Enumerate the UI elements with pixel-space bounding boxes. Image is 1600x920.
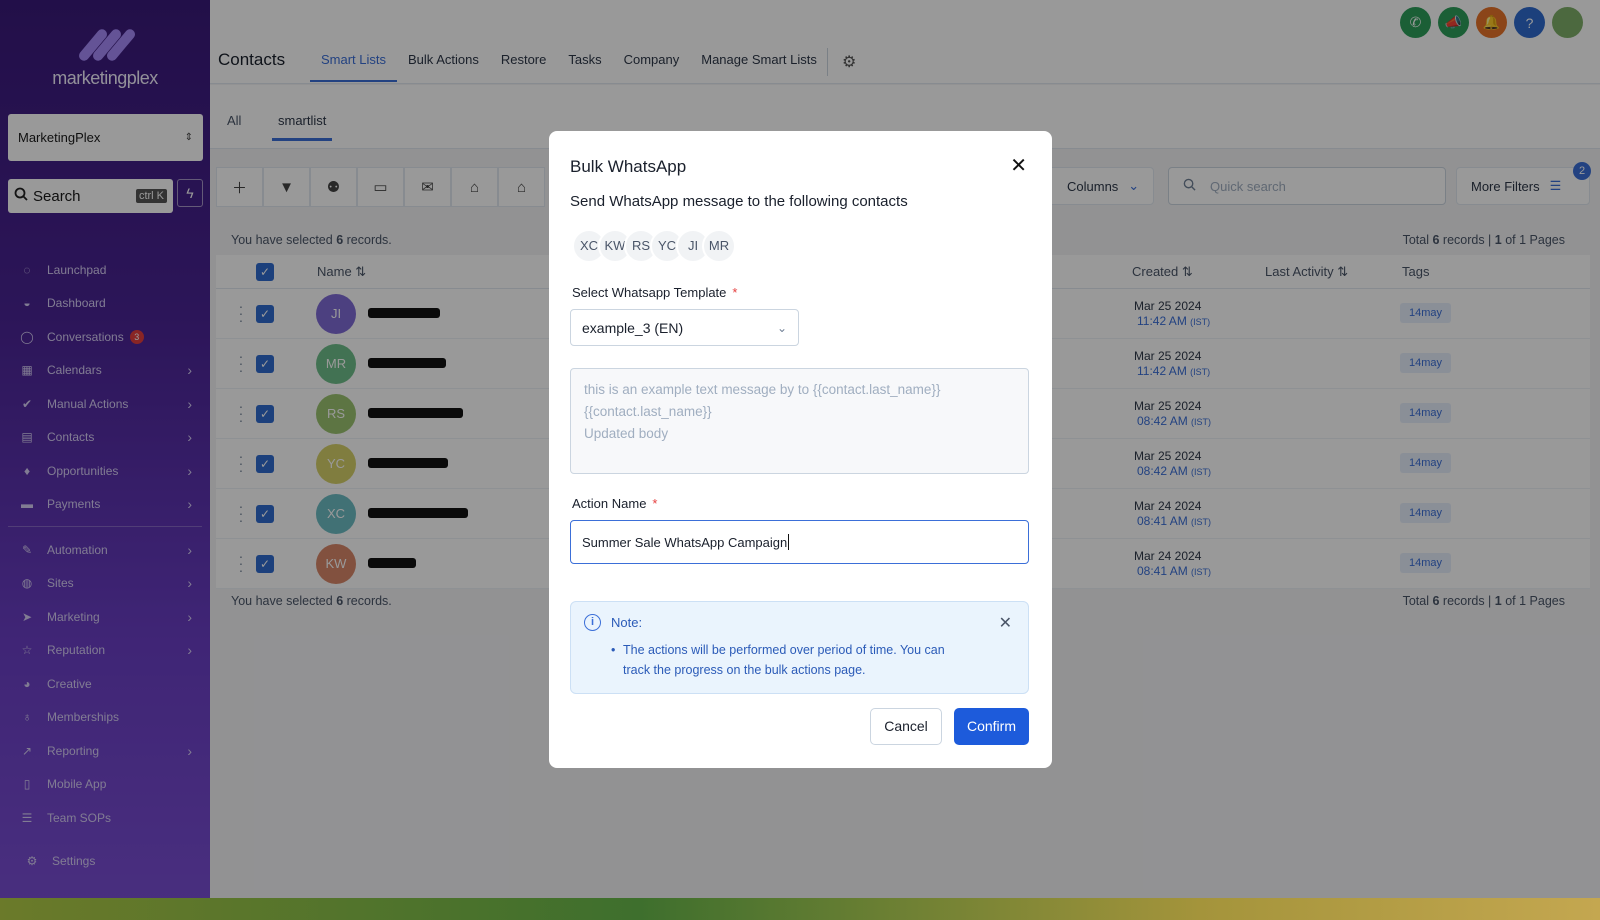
action-name-label-text: Action Name xyxy=(572,496,647,511)
template-body-line: {{contact.last_name}} xyxy=(584,404,712,419)
contact-chips: XC KW RS YC JI MR xyxy=(572,229,736,263)
modal-subtitle: Send WhatsApp message to the following c… xyxy=(570,193,908,210)
app-window: marketingplex MarketingPlex ⇕ Search ctr… xyxy=(0,0,1600,898)
template-body-line: this is an example text message by to {{… xyxy=(584,382,941,397)
note-text: The actions will be performed over perio… xyxy=(611,640,961,680)
info-icon: i xyxy=(584,614,601,631)
chevron-down-icon: ⌄ xyxy=(776,320,787,335)
required-mark: * xyxy=(732,285,738,300)
template-body-textarea[interactable]: this is an example text message by to {{… xyxy=(570,368,1029,474)
action-name-label: Action Name * xyxy=(572,496,657,511)
close-icon[interactable]: ✕ xyxy=(1010,153,1027,178)
bulk-whatsapp-modal: Bulk WhatsApp ✕ Send WhatsApp message to… xyxy=(549,131,1052,768)
contact-chip: MR xyxy=(702,229,736,263)
required-mark: * xyxy=(652,496,658,511)
action-name-input[interactable]: Summer Sale WhatsApp Campaign xyxy=(570,520,1029,564)
action-name-value: Summer Sale WhatsApp Campaign xyxy=(582,534,788,550)
template-select-value: example_3 (EN) xyxy=(582,319,684,336)
note-box: i Note: ✕ The actions will be performed … xyxy=(570,601,1029,694)
template-body-line: Updated body xyxy=(584,426,669,441)
text-cursor xyxy=(788,534,790,550)
cancel-button[interactable]: Cancel xyxy=(870,708,942,745)
confirm-button[interactable]: Confirm xyxy=(954,708,1029,745)
template-select[interactable]: example_3 (EN) ⌄ xyxy=(570,309,799,346)
modal-title: Bulk WhatsApp xyxy=(570,157,687,176)
template-label: Select Whatsapp Template * xyxy=(572,285,737,300)
note-title: Note: xyxy=(611,615,643,630)
close-icon[interactable]: ✕ xyxy=(999,613,1012,633)
template-label-text: Select Whatsapp Template xyxy=(572,285,727,300)
